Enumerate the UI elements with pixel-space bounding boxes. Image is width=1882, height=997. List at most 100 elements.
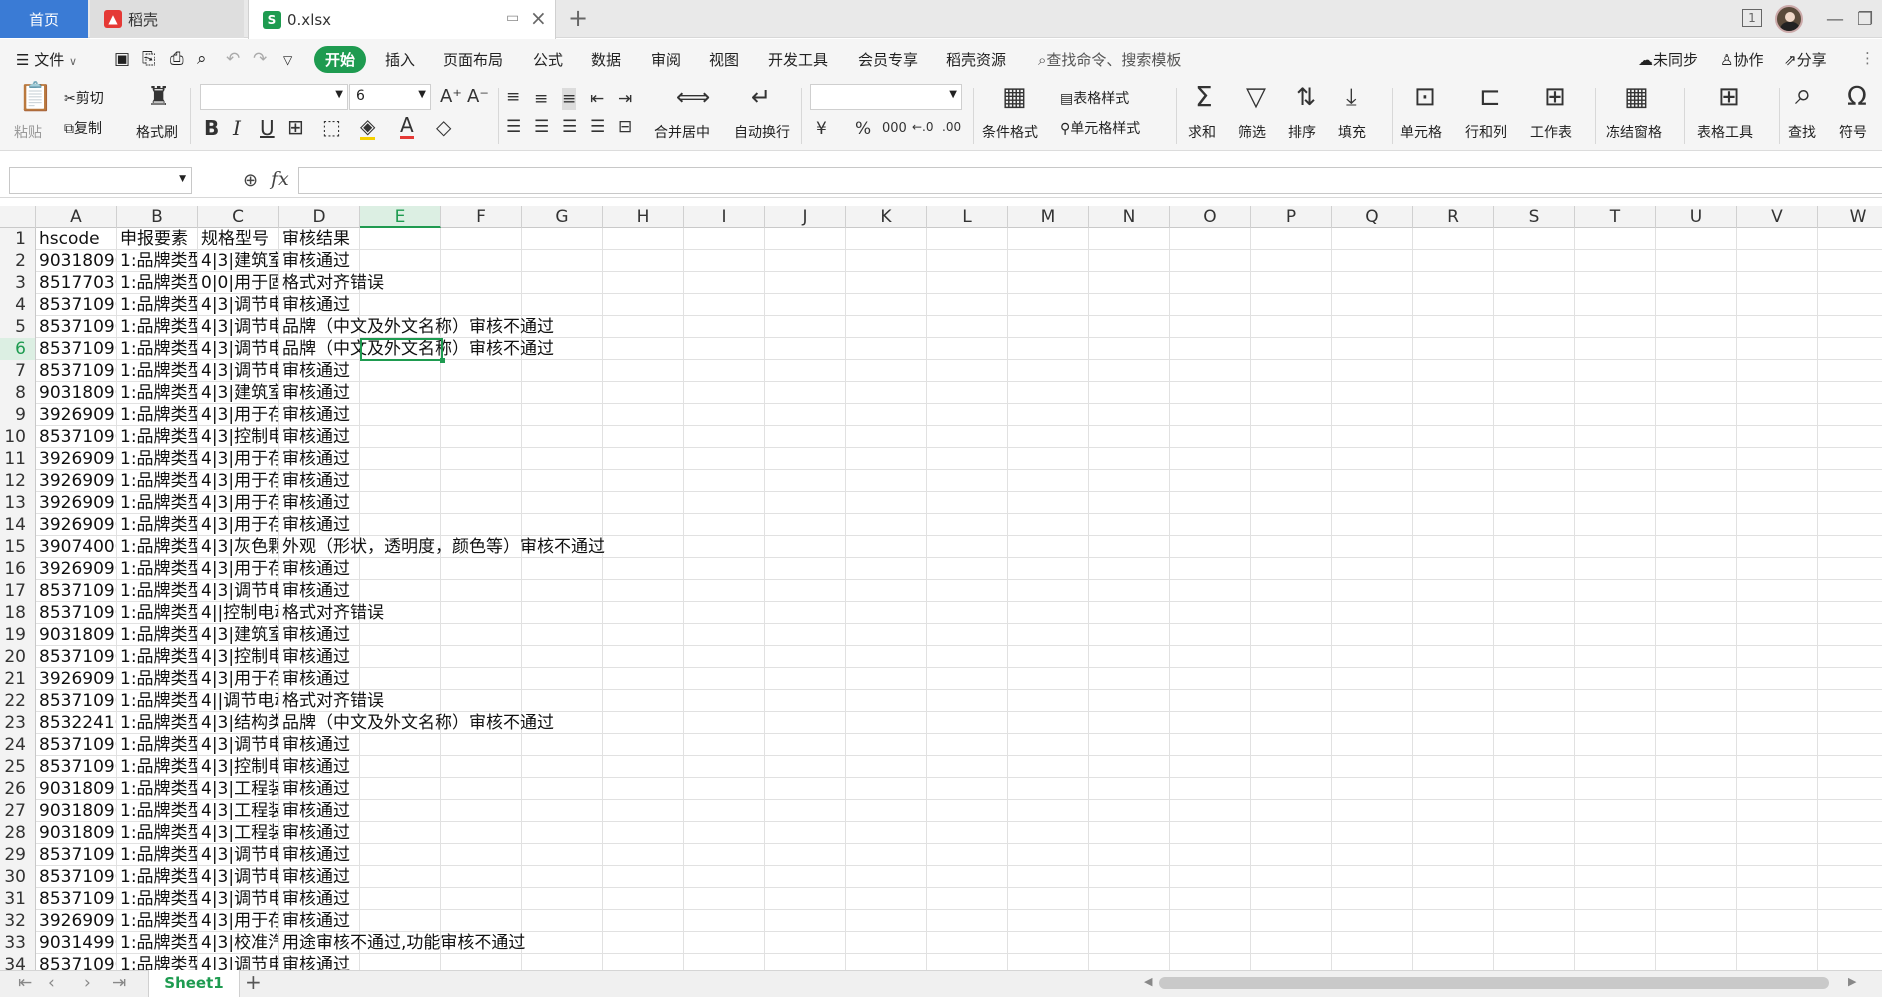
cell-c[interactable]: 4|3|控制电 xyxy=(198,426,279,448)
cell-d[interactable]: 用途审核不通过,功能审核不通过 xyxy=(279,932,879,954)
cell-c[interactable]: 4|3|调节电 xyxy=(198,580,279,602)
paste-button[interactable]: 粘贴 xyxy=(14,122,42,142)
cell-b[interactable]: 1:品牌类型 xyxy=(117,382,198,404)
cell-c[interactable]: 4|3|用于存 xyxy=(198,470,279,492)
cell-c[interactable]: 0|0|用于固 xyxy=(198,272,279,294)
column-header-l[interactable]: L xyxy=(927,206,1008,228)
cell-c[interactable]: 4|3|用于存 xyxy=(198,558,279,580)
tab-file[interactable]: S 0.xlsx ▭ × xyxy=(248,0,556,39)
row-header[interactable]: 4 xyxy=(0,294,36,316)
column-header-t[interactable]: T xyxy=(1575,206,1656,228)
cell-b[interactable]: 1:品牌类型 xyxy=(117,558,198,580)
sort-button[interactable]: 排序 xyxy=(1288,122,1316,142)
cell-c[interactable]: 4|3|调节电 xyxy=(198,734,279,756)
cell-a[interactable]: 853224100 xyxy=(36,712,117,734)
cell-d[interactable]: 审核通过 xyxy=(279,734,879,756)
pin-tab-icon[interactable]: ▭ xyxy=(506,10,519,26)
cell-b[interactable]: 1:品牌类型 xyxy=(117,756,198,778)
cell-style-button[interactable]: ⚲单元格样式 xyxy=(1060,118,1140,138)
quick-access-dropdown-icon[interactable]: ▽ xyxy=(283,53,292,67)
row-header[interactable]: 16 xyxy=(0,558,36,580)
cell-c[interactable]: 4|3|控制电 xyxy=(198,646,279,668)
cell-c[interactable]: 4|3|控制电 xyxy=(198,756,279,778)
column-header-r[interactable]: R xyxy=(1413,206,1494,228)
cell-d[interactable]: 审核通过 xyxy=(279,756,879,778)
freeze-panes-button[interactable]: 冻结窗格 xyxy=(1606,122,1662,142)
border-icon[interactable]: ⊞ xyxy=(287,116,304,138)
cell-c[interactable]: 4|3|调节电 xyxy=(198,338,279,360)
cell-d[interactable]: 审核通过 xyxy=(279,910,879,932)
cell-a[interactable]: 390740000 xyxy=(36,536,117,558)
row-header[interactable]: 28 xyxy=(0,822,36,844)
cell-a[interactable]: 853710909 xyxy=(36,888,117,910)
number-format-select[interactable]: ▼ xyxy=(810,84,962,110)
row-header[interactable]: 8 xyxy=(0,382,36,404)
user-avatar[interactable] xyxy=(1775,5,1803,33)
collab-button[interactable]: ♙协作 xyxy=(1720,49,1763,70)
cell-d[interactable]: 审核通过 xyxy=(279,624,879,646)
file-menu[interactable]: ☰ 文件 ∨ xyxy=(16,49,77,70)
cell-c[interactable]: 4|3|用于存 xyxy=(198,668,279,690)
menu-start[interactable]: 开始 xyxy=(314,46,367,73)
cell-b[interactable]: 1:品牌类型 xyxy=(117,778,198,800)
row-header[interactable]: 10 xyxy=(0,426,36,448)
font-name-select[interactable]: ▼ xyxy=(200,84,348,110)
column-header-v[interactable]: V xyxy=(1737,206,1818,228)
cell-b[interactable]: 1:品牌类型 xyxy=(117,492,198,514)
column-header-i[interactable]: I xyxy=(684,206,765,228)
cell-a[interactable]: 853710909 xyxy=(36,844,117,866)
freeze-panes-icon[interactable]: ▦ xyxy=(1624,84,1649,110)
cell-a[interactable]: 853710909 xyxy=(36,360,117,382)
tab-daoke[interactable]: ▲ 稻壳 xyxy=(90,0,244,38)
cell-b[interactable]: 1:品牌类型 xyxy=(117,844,198,866)
cell-a[interactable]: 853710909 xyxy=(36,602,117,624)
fill-button[interactable]: 填充 xyxy=(1338,122,1366,142)
column-header-j[interactable]: J xyxy=(765,206,846,228)
cell-a[interactable]: 392690909 xyxy=(36,404,117,426)
table-style-button[interactable]: ▤表格样式 xyxy=(1060,88,1129,108)
font-color-icon[interactable]: A xyxy=(400,114,414,139)
fill-down-icon[interactable]: ⤓ xyxy=(1346,85,1357,109)
row-header[interactable]: 5 xyxy=(0,316,36,338)
cell-a[interactable]: 392690909 xyxy=(36,492,117,514)
row-header[interactable]: 34 xyxy=(0,954,36,970)
menu-formula[interactable]: 公式 xyxy=(533,49,563,70)
cell-b[interactable]: 1:品牌类型 xyxy=(117,514,198,536)
cell-d[interactable]: 品牌（中文及外文名称）审核不通过 xyxy=(279,712,879,734)
cell-c[interactable]: 4|3|调节电 xyxy=(198,888,279,910)
cell-a[interactable]: 903180909 xyxy=(36,822,117,844)
cell-a[interactable]: 392690909 xyxy=(36,448,117,470)
column-header-n[interactable]: N xyxy=(1089,206,1170,228)
cell-b[interactable]: 1:品牌类型 xyxy=(117,294,198,316)
cell-c[interactable]: 4|3|调节电 xyxy=(198,360,279,382)
cell-d[interactable]: 审核通过 xyxy=(279,778,879,800)
cell-c[interactable]: 4|3|用于存 xyxy=(198,448,279,470)
scroll-left-icon[interactable]: ◀ xyxy=(1144,975,1152,988)
cell-b[interactable]: 1:品牌类型 xyxy=(117,932,198,954)
scroll-right-icon[interactable]: ▶ xyxy=(1848,975,1856,988)
cell-d[interactable]: 审核通过 xyxy=(279,888,879,910)
spreadsheet-grid[interactable]: ABCDEFGHIJKLMNOPQRSTUVW 1 hscode 申报要素 规格型号审… xyxy=(0,206,1882,970)
cell-d[interactable]: 审核通过 xyxy=(279,426,879,448)
cell-a[interactable]: 392690909 xyxy=(36,668,117,690)
cell-b[interactable]: 1:品牌类型 xyxy=(117,250,198,272)
select-all-corner[interactable] xyxy=(0,206,36,228)
cell-a[interactable]: hscode xyxy=(36,228,117,250)
cell-b[interactable]: 1:品牌类型 xyxy=(117,954,198,970)
cell-c[interactable]: 4|3|灰色颗 xyxy=(198,536,279,558)
table-tools-button[interactable]: 表格工具 xyxy=(1697,122,1753,142)
cell-a[interactable]: 903180909 xyxy=(36,778,117,800)
undo-icon[interactable]: ↶ xyxy=(226,49,240,69)
menu-daoke-resources[interactable]: 稻壳资源 xyxy=(946,49,1006,70)
column-header-b[interactable]: B xyxy=(117,206,198,228)
cell-a[interactable]: 853710909 xyxy=(36,954,117,970)
cell-d[interactable]: 审核通过 xyxy=(279,822,879,844)
cell-c[interactable]: 4|3|调节电 xyxy=(198,316,279,338)
cell-d[interactable]: 审核通过 xyxy=(279,866,879,888)
row-header[interactable]: 2 xyxy=(0,250,36,272)
cell-c[interactable]: 4|3|调节电 xyxy=(198,954,279,970)
prev-sheet-icon[interactable]: ‹ xyxy=(48,973,55,993)
row-header[interactable]: 7 xyxy=(0,360,36,382)
close-tab-icon[interactable]: × xyxy=(530,6,547,30)
sheet-tab-sheet1[interactable]: Sheet1 xyxy=(148,970,240,997)
